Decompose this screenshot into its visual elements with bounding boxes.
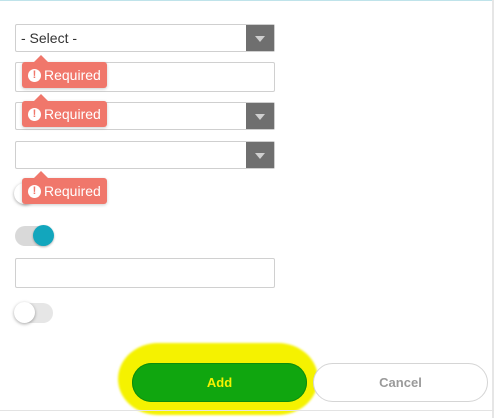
toggle-knob <box>14 302 35 323</box>
required-tooltip: ! Required <box>22 55 107 88</box>
exclamation-circle-icon: ! <box>28 68 41 82</box>
dropdown-arrow-button[interactable] <box>246 103 274 129</box>
add-button[interactable]: Add <box>132 363 307 402</box>
exclamation-circle-icon: ! <box>28 184 41 198</box>
required-tooltip: ! Required <box>22 94 107 127</box>
required-tooltip: ! Required <box>22 171 107 204</box>
toggle-switch-3[interactable] <box>14 302 53 323</box>
top-divider <box>0 0 494 6</box>
chevron-down-icon <box>255 114 265 120</box>
chevron-down-icon <box>255 36 265 42</box>
exclamation-circle-icon: ! <box>28 107 41 121</box>
select-value: - Select - <box>21 30 78 46</box>
toggle-switch-2[interactable] <box>15 225 54 246</box>
required-label: Required <box>44 67 101 83</box>
toggle-knob <box>33 225 54 246</box>
cancel-button[interactable]: Cancel <box>313 363 488 402</box>
select-dropdown-3[interactable] <box>15 141 275 169</box>
text-field-2[interactable] <box>15 258 275 288</box>
required-label: Required <box>44 106 101 122</box>
footer-divider <box>0 410 494 411</box>
dropdown-arrow-button[interactable] <box>246 142 274 168</box>
select-dropdown-1[interactable]: - Select - <box>15 24 275 52</box>
required-label: Required <box>44 183 101 199</box>
dropdown-arrow-button[interactable] <box>246 25 274 51</box>
chevron-down-icon <box>255 153 265 159</box>
